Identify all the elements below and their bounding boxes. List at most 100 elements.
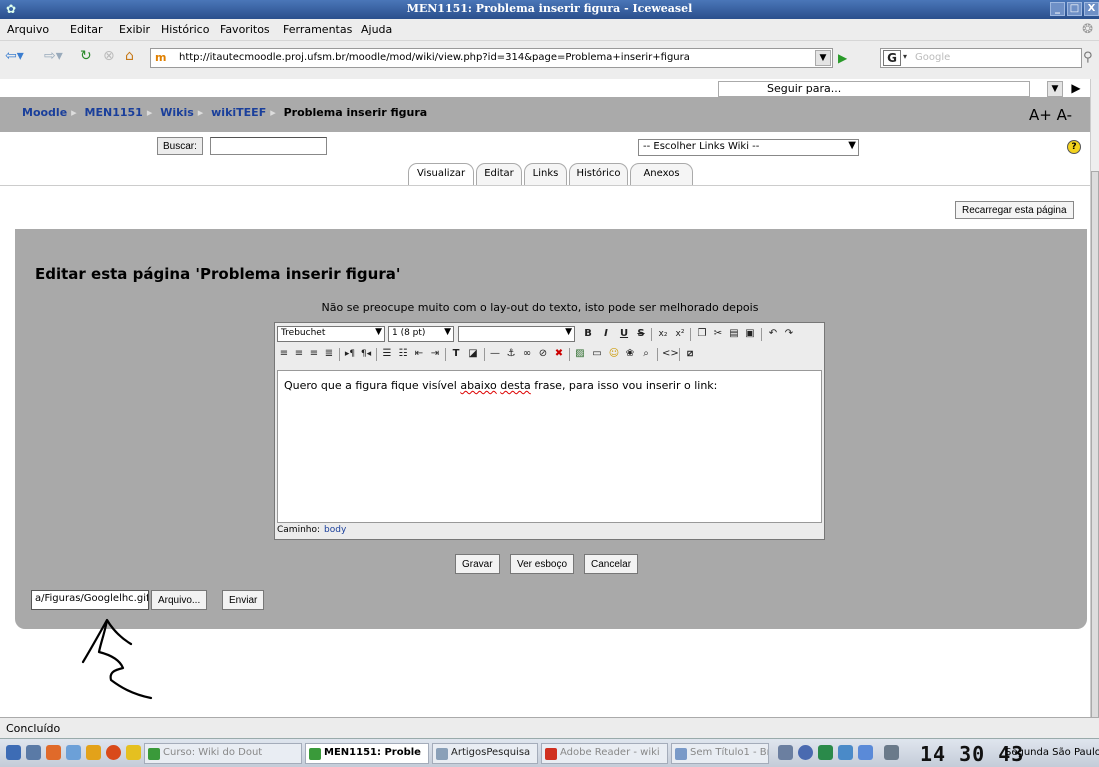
strikethrough-icon[interactable]: S xyxy=(634,326,648,342)
menu-ajuda[interactable]: Ajuda xyxy=(361,23,392,36)
reload-page-button[interactable]: Recarregar esta página xyxy=(955,201,1074,219)
tab-historico[interactable]: Histórico xyxy=(569,163,628,185)
cancel-button[interactable]: Cancelar xyxy=(584,554,639,574)
browse-file-button[interactable]: Arquivo... xyxy=(151,590,208,610)
anchor-icon[interactable]: ⚓ xyxy=(504,346,518,362)
subscript-icon[interactable]: x₂ xyxy=(656,326,670,342)
menu-editar[interactable]: Editar xyxy=(70,23,103,36)
back-arrow-icon[interactable]: ⇦▾ xyxy=(5,48,24,64)
tray-update-icon[interactable] xyxy=(858,745,873,760)
cut-icon[interactable]: ✂ xyxy=(711,326,725,342)
forward-arrow-icon[interactable]: ⇨▾ xyxy=(44,48,63,64)
tab-anexos[interactable]: Anexos xyxy=(630,163,693,185)
tab-links[interactable]: Links xyxy=(524,163,567,185)
search-bar[interactable]: G ▾ Google xyxy=(880,48,1082,68)
special-char-icon[interactable]: ❀ xyxy=(623,346,637,362)
preview-button[interactable]: Ver esboço xyxy=(510,554,575,574)
align-center-icon[interactable]: ≡ xyxy=(292,346,306,362)
html-source-icon[interactable]: <> xyxy=(662,346,679,362)
next-link-icon[interactable]: ▶ xyxy=(1068,81,1084,97)
outdent-icon[interactable]: ⇤ xyxy=(412,346,426,362)
breadcrumb-wikis[interactable]: Wikis xyxy=(160,106,194,119)
tab-editar[interactable]: Editar xyxy=(476,163,522,185)
go-arrow-icon[interactable]: ▶ xyxy=(838,50,847,66)
tray-monitor-icon[interactable] xyxy=(838,745,853,760)
align-right-icon[interactable]: ≡ xyxy=(307,346,321,362)
paragraph-style-select[interactable]: ▼ xyxy=(458,326,575,342)
insert-image-icon[interactable]: ▨ xyxy=(573,346,587,362)
breadcrumb-course[interactable]: MEN1151 xyxy=(85,106,143,119)
rtl-icon[interactable]: ¶◂ xyxy=(359,346,373,362)
url-bar[interactable]: m http://itautecmoodle.proj.ufsm.br/mood… xyxy=(150,48,833,68)
file-path-input[interactable]: a/Figuras/Googlelhc.gif xyxy=(31,590,149,610)
google-engine-icon[interactable]: G xyxy=(883,50,901,66)
font-size-select[interactable]: 1 (8 pt) ▼ xyxy=(388,326,454,342)
minimize-button[interactable]: _ xyxy=(1050,2,1065,16)
copy-icon[interactable]: ❐ xyxy=(695,326,709,342)
seguir-dropdown-icon[interactable]: ▼ xyxy=(1047,81,1063,97)
insert-table-icon[interactable]: ▭ xyxy=(590,346,604,362)
font-family-select[interactable]: Trebuchet ▼ xyxy=(277,326,385,342)
search-input[interactable] xyxy=(210,137,327,155)
stop-icon[interactable]: ⊗ xyxy=(103,48,115,64)
close-button[interactable]: X xyxy=(1084,2,1099,16)
search-magnifier-icon[interactable]: ⚲ xyxy=(1083,50,1093,66)
ordered-list-icon[interactable]: ☰ xyxy=(380,346,394,362)
editor-content[interactable]: Quero que a figura fique visível abaixo … xyxy=(277,370,822,523)
task-broffice[interactable]: Sem Título1 - BrOff xyxy=(671,743,769,764)
unlink-icon[interactable]: ⊘ xyxy=(536,346,550,362)
search-replace-icon[interactable]: ⌕ xyxy=(639,346,653,362)
help-icon[interactable]: ? xyxy=(1067,140,1081,154)
link-icon[interactable]: ∞ xyxy=(520,346,534,362)
task-adobe[interactable]: Adobe Reader - wiki xyxy=(541,743,668,764)
breadcrumb-wiki[interactable]: wikiTEEF xyxy=(211,106,266,119)
file-manager-icon[interactable] xyxy=(66,745,81,760)
ltr-icon[interactable]: ▸¶ xyxy=(343,346,357,362)
indent-icon[interactable]: ⇥ xyxy=(428,346,442,362)
no-link-icon[interactable]: ✖ xyxy=(552,346,566,362)
menu-historico[interactable]: Histórico xyxy=(161,23,209,36)
italic-icon[interactable]: I xyxy=(599,326,613,342)
wiki-links-select[interactable]: -- Escolher Links Wiki -- ▼ xyxy=(638,139,859,156)
upload-send-button[interactable]: Enviar xyxy=(222,590,265,610)
background-color-icon[interactable]: ◪ xyxy=(466,346,480,362)
home-folder-icon[interactable] xyxy=(46,745,61,760)
kde-menu-icon[interactable] xyxy=(6,745,21,760)
engine-dropdown-icon[interactable]: ▾ xyxy=(903,52,907,61)
scrollbar-thumb[interactable] xyxy=(1091,171,1099,731)
tray-keyboard-icon[interactable] xyxy=(778,745,793,760)
justify-icon[interactable]: ≣ xyxy=(322,346,336,362)
maximize-button[interactable]: □ xyxy=(1067,2,1082,16)
task-artigos[interactable]: ArtigosPesquisa xyxy=(432,743,538,764)
bold-icon[interactable]: B xyxy=(581,326,595,342)
menu-ferramentas[interactable]: Ferramentas xyxy=(283,23,352,36)
path-value[interactable]: body xyxy=(324,525,346,535)
seguir-para-field[interactable]: Seguir para... xyxy=(718,81,1030,97)
breadcrumb-moodle[interactable]: Moodle xyxy=(22,106,67,119)
undo-icon[interactable]: ↶ xyxy=(766,326,780,342)
tray-network-icon[interactable] xyxy=(818,745,833,760)
url-dropdown-icon[interactable]: ▼ xyxy=(815,50,831,66)
tray-volume-icon[interactable] xyxy=(798,745,813,760)
tray-trash-icon[interactable] xyxy=(884,745,899,760)
save-button[interactable]: Gravar xyxy=(455,554,500,574)
font-size-controls[interactable]: A+ A- xyxy=(1029,106,1072,124)
browser-icon[interactable] xyxy=(106,745,121,760)
superscript-icon[interactable]: x² xyxy=(673,326,687,342)
menu-favoritos[interactable]: Favoritos xyxy=(220,23,270,36)
task-curso-wiki[interactable]: Curso: Wiki do Dout xyxy=(144,743,302,764)
text-color-icon[interactable]: T xyxy=(449,346,463,362)
redo-icon[interactable]: ↷ xyxy=(782,326,796,342)
horizontal-rule-icon[interactable]: — xyxy=(488,346,502,362)
search-button[interactable]: Buscar: xyxy=(157,137,203,155)
clean-word-icon[interactable]: ▣ xyxy=(743,326,757,342)
desktop-icon[interactable] xyxy=(26,745,41,760)
underline-icon[interactable]: U xyxy=(617,326,631,342)
home-icon[interactable]: ⌂ xyxy=(125,48,134,64)
reload-icon[interactable]: ↻ xyxy=(80,48,92,64)
menu-arquivo[interactable]: Arquivo xyxy=(7,23,49,36)
smiley-icon[interactable]: ☺ xyxy=(607,346,621,362)
konqueror-icon[interactable] xyxy=(86,745,101,760)
page-scrollbar[interactable] xyxy=(1090,79,1099,731)
unordered-list-icon[interactable]: ☷ xyxy=(396,346,410,362)
